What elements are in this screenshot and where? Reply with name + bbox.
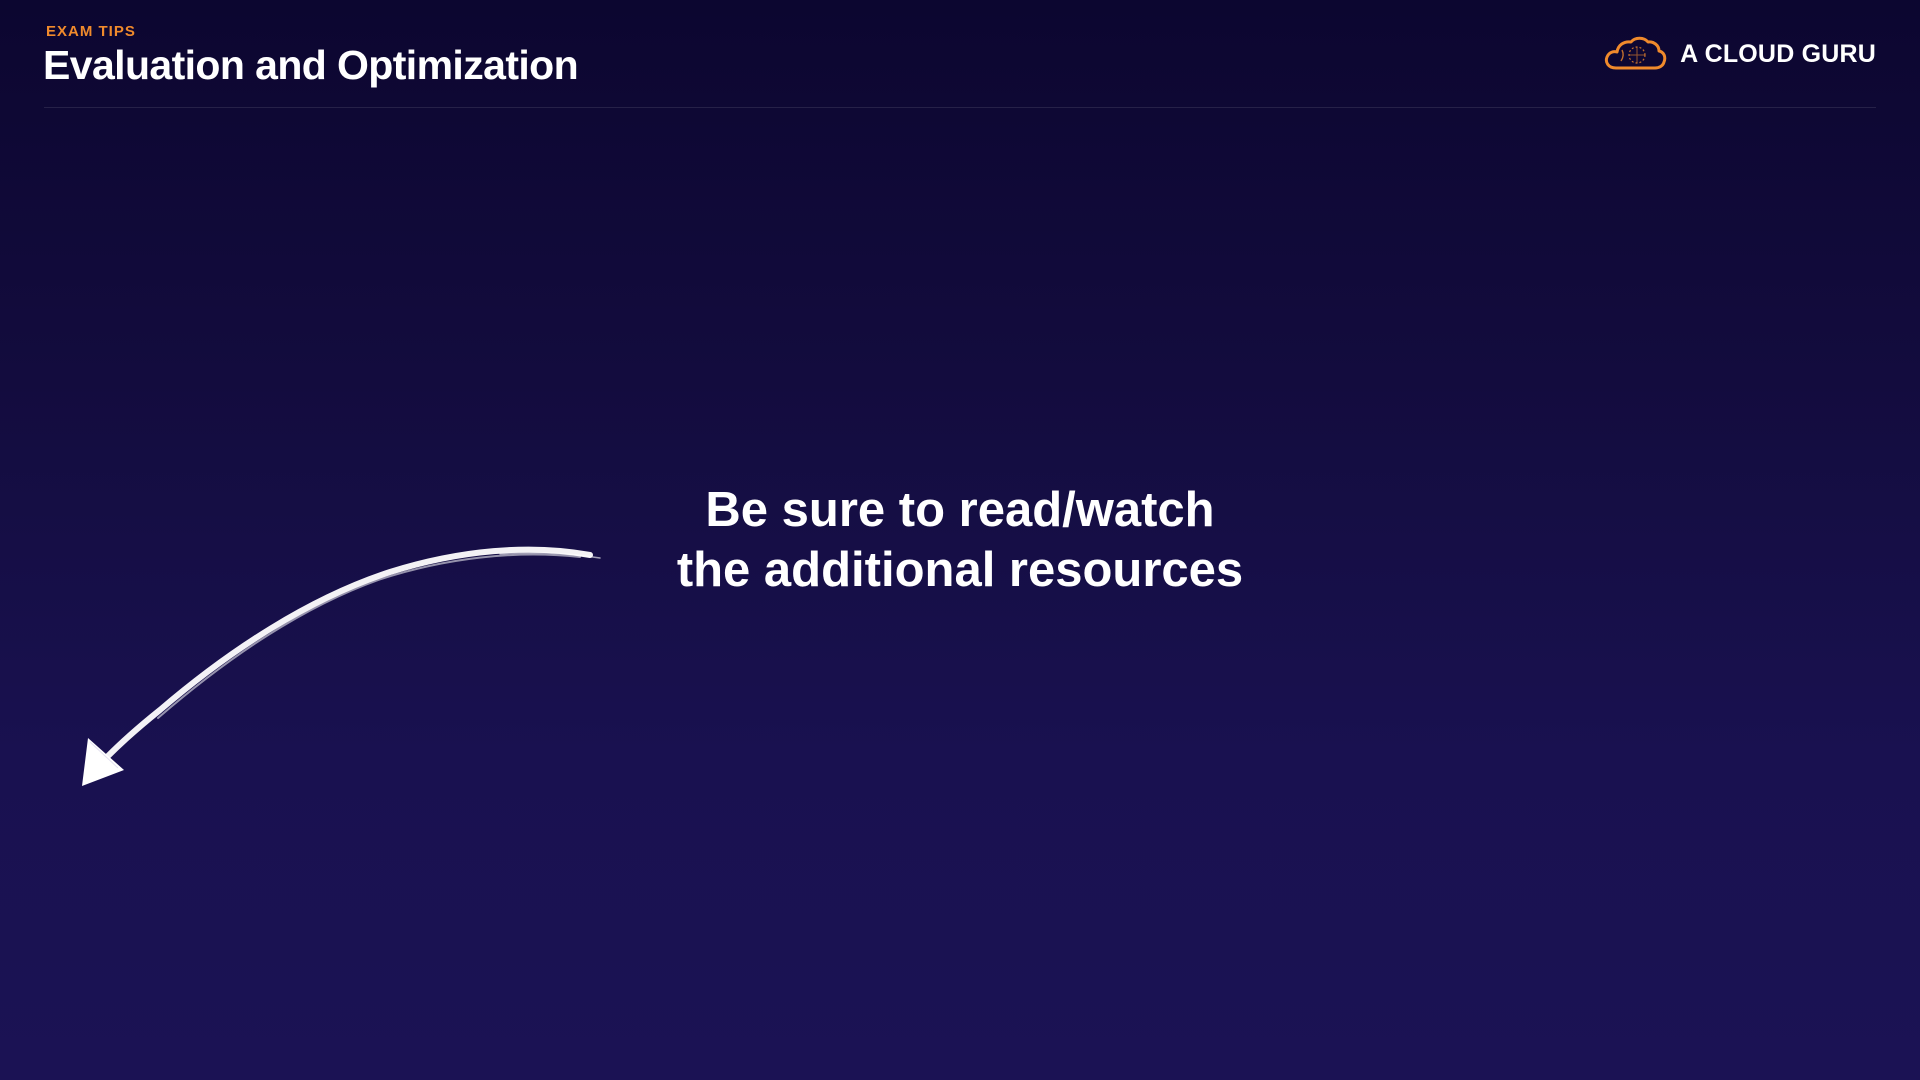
page-title: Evaluation and Optimization [43,42,579,88]
message-line-1: Be sure to read/watch [705,483,1215,537]
message-line-2: the additional resources [676,543,1244,597]
main-message: Be sure to read/watch the additional res… [560,480,1360,600]
slide-header: EXAM TIPS Evaluation and Optimization A … [0,0,1920,110]
header-divider [44,107,1876,108]
section-eyebrow: EXAM TIPS [46,23,136,40]
cloud-logo-icon [1605,36,1667,70]
brand-name: A CLOUD GURU [1680,39,1876,68]
curved-arrow-icon [82,546,601,786]
brand-logo: A CLOUD GURU [1602,34,1876,74]
